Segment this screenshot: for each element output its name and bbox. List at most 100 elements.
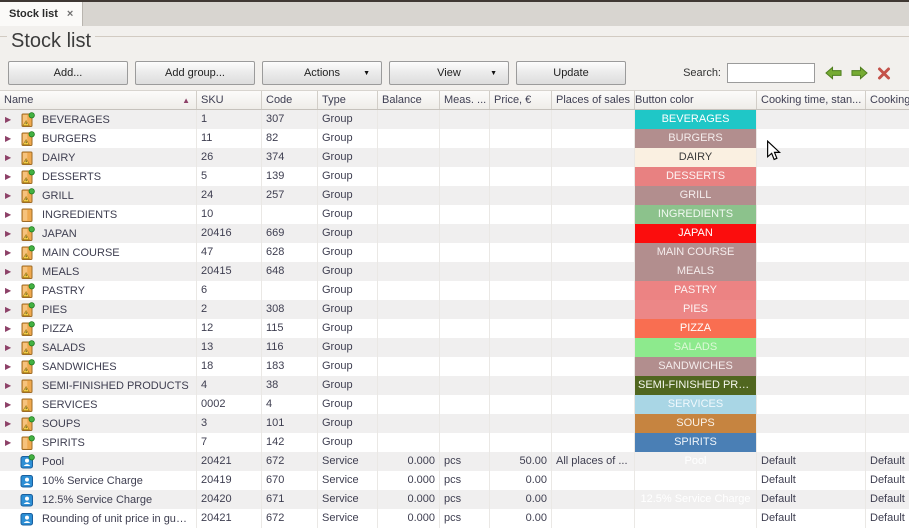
places-cell (552, 300, 635, 319)
column-header-cooking-time[interactable]: Cooking time, stan... (757, 91, 866, 109)
group-icon (19, 150, 36, 166)
expand-arrow-icon[interactable]: ▶ (5, 320, 19, 338)
expand-arrow-icon[interactable]: ▶ (5, 339, 19, 357)
view-dropdown-button[interactable]: View ▼ (389, 61, 509, 85)
service-icon (19, 492, 36, 508)
expand-arrow-icon[interactable]: ▶ (5, 206, 19, 224)
name-cell: ▶ 10% Service Charge (0, 471, 197, 490)
table-row[interactable]: ▶ MAIN COURSE 47 628 Group MAIN COURSE (0, 243, 909, 262)
tab-close-icon[interactable]: × (67, 8, 73, 20)
actions-dropdown-button[interactable]: Actions ▼ (262, 61, 382, 85)
sku-cell: 4 (197, 376, 262, 395)
column-header-type[interactable]: Type (318, 91, 378, 109)
expand-arrow-icon[interactable]: ▶ (5, 168, 19, 186)
search-clear-icon[interactable] (877, 67, 891, 80)
button-color-swatch: DAIRY (635, 148, 756, 167)
type-cell: Group (318, 376, 378, 395)
expand-arrow-icon[interactable]: ▶ (5, 282, 19, 300)
table-row[interactable]: ▶ SOUPS 3 101 Group SOUPS (0, 414, 909, 433)
button-color-cell: 10% Service Charge (635, 471, 757, 490)
table-row[interactable]: ▶ PIES 2 308 Group PIES (0, 300, 909, 319)
tab-stock-list[interactable]: Stock list × (0, 2, 83, 26)
table-row[interactable]: ▶ SEMI-FINISHED PRODUCTS 4 38 Group SEMI… (0, 376, 909, 395)
type-cell: Group (318, 205, 378, 224)
measure-cell (440, 414, 490, 433)
group-icon (19, 131, 36, 147)
expand-arrow-icon[interactable]: ▶ (5, 301, 19, 319)
column-header-cooking[interactable]: Cooking (866, 91, 909, 109)
table-row[interactable]: ▶ INGREDIENTS 10 Group INGREDIENTS (0, 205, 909, 224)
cooking-cell (866, 338, 909, 357)
table-row[interactable]: ▶ SALADS 13 116 Group SALADS (0, 338, 909, 357)
add-group-button[interactable]: Add group... (135, 61, 255, 85)
table-row[interactable]: ▶ 12.5% Service Charge 20420 671 Service… (0, 490, 909, 509)
search-prev-icon[interactable] (825, 66, 842, 80)
price-cell (490, 300, 552, 319)
item-name: MEALS (42, 263, 79, 281)
add-button[interactable]: Add... (8, 61, 128, 85)
column-header-balance[interactable]: Balance (378, 91, 440, 109)
actions-label: Actions (304, 67, 340, 79)
table-row[interactable]: ▶ JAPAN 20416 669 Group JAPAN (0, 224, 909, 243)
table-row[interactable]: ▶ DESSERTS 5 139 Group DESSERTS (0, 167, 909, 186)
search-input[interactable] (727, 63, 815, 83)
expand-arrow-icon[interactable]: ▶ (5, 111, 19, 129)
table-row[interactable]: ▶ Pool 20421 672 Service 0.000 pcs 50.00… (0, 452, 909, 471)
button-color-swatch: MAIN COURSE (635, 243, 756, 262)
button-color-swatch: PASTRY (635, 281, 756, 300)
table-row[interactable]: ▶ PASTRY 6 Group PASTRY (0, 281, 909, 300)
sku-cell: 26 (197, 148, 262, 167)
name-cell: ▶ Pool (0, 452, 197, 471)
column-header-places-of-sales[interactable]: Places of sales (552, 91, 635, 109)
type-cell: Group (318, 148, 378, 167)
table-row[interactable]: ▶ GRILL 24 257 Group GRILL (0, 186, 909, 205)
measure-cell (440, 110, 490, 129)
expand-arrow-icon[interactable]: ▶ (5, 396, 19, 414)
expand-arrow-icon[interactable]: ▶ (5, 149, 19, 167)
expand-arrow-icon[interactable]: ▶ (5, 225, 19, 243)
column-header-sku[interactable]: SKU (197, 91, 262, 109)
search-next-icon[interactable] (851, 66, 868, 80)
expand-arrow-icon[interactable]: ▶ (5, 434, 19, 452)
button-color-swatch: PIZZA (635, 319, 756, 338)
table-row[interactable]: ▶ 10% Service Charge 20419 670 Service 0… (0, 471, 909, 490)
column-header-name[interactable]: Name ▲ (0, 91, 197, 109)
balance-cell (378, 110, 440, 129)
table-row[interactable]: ▶ SERVICES 0002 4 Group SERVICES (0, 395, 909, 414)
expand-arrow-icon[interactable]: ▶ (5, 187, 19, 205)
table-row[interactable]: ▶ BEVERAGES 1 307 Group BEVERAGES (0, 110, 909, 129)
price-cell (490, 243, 552, 262)
item-name: JAPAN (42, 225, 77, 243)
cooking-time-cell (757, 281, 866, 300)
expand-arrow-icon[interactable]: ▶ (5, 415, 19, 433)
column-header-code[interactable]: Code (262, 91, 318, 109)
table-row[interactable]: ▶ PIZZA 12 115 Group PIZZA (0, 319, 909, 338)
table-row[interactable]: ▶ SANDWICHES 18 183 Group SANDWICHES (0, 357, 909, 376)
expand-arrow-icon[interactable]: ▶ (5, 358, 19, 376)
expand-arrow-icon[interactable]: ▶ (5, 263, 19, 281)
cooking-time-cell (757, 167, 866, 186)
column-header-price[interactable]: Price, € (490, 91, 552, 109)
button-color-cell: Rounding of unit price in gues... (635, 509, 757, 528)
table-row[interactable]: ▶ Rounding of unit price in gues... 2042… (0, 509, 909, 528)
button-color-swatch: DESSERTS (635, 167, 756, 186)
table-row[interactable]: ▶ SPIRITS 7 142 Group SPIRITS (0, 433, 909, 452)
balance-cell (378, 338, 440, 357)
places-cell (552, 433, 635, 452)
expand-arrow-icon[interactable]: ▶ (5, 244, 19, 262)
expand-arrow-icon[interactable]: ▶ (5, 377, 19, 395)
column-header-measure[interactable]: Meas. ... (440, 91, 490, 109)
expand-arrow-icon[interactable]: ▶ (5, 130, 19, 148)
table-row[interactable]: ▶ DAIRY 26 374 Group DAIRY (0, 148, 909, 167)
balance-cell (378, 376, 440, 395)
group-icon (19, 397, 36, 413)
button-color-cell: SEMI-FINISHED PRODUCTS (635, 376, 757, 395)
update-button[interactable]: Update (516, 61, 626, 85)
button-color-swatch: PIES (635, 300, 756, 319)
type-cell: Service (318, 452, 378, 471)
balance-cell (378, 243, 440, 262)
table-header-row: Name ▲ SKU Code Type Balance Meas. ... P… (0, 90, 909, 110)
table-row[interactable]: ▶ MEALS 20415 648 Group MEALS (0, 262, 909, 281)
table-row[interactable]: ▶ BURGERS 11 82 Group BURGERS (0, 129, 909, 148)
column-header-button-color[interactable]: Button color (635, 91, 757, 109)
